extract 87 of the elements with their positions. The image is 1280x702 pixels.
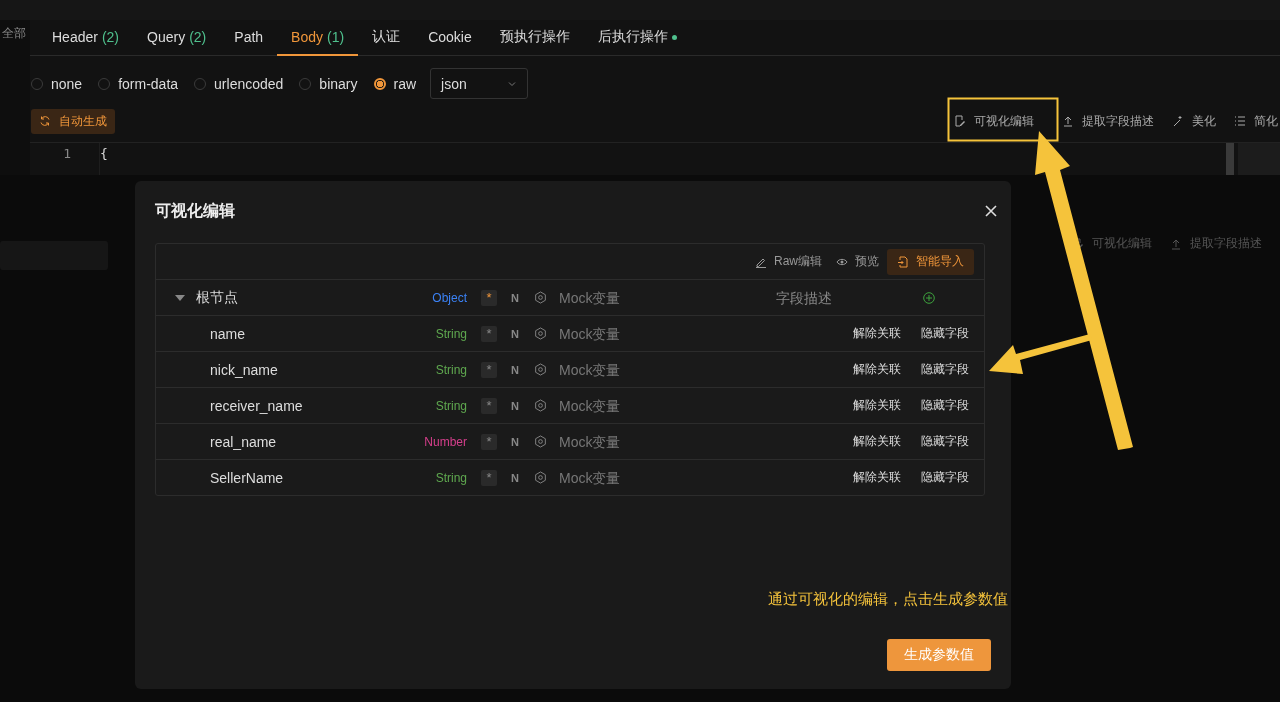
refresh-icon	[39, 115, 51, 128]
tab[interactable]: Header (2)	[38, 20, 134, 57]
hexagon-icon[interactable]	[534, 291, 547, 304]
row-action-link[interactable]: 隐藏字段	[921, 433, 969, 450]
document-pencil-icon	[954, 115, 966, 128]
editor-tool: 提取字段描述	[1170, 235, 1262, 252]
close-icon[interactable]	[984, 204, 998, 218]
table-tool-button[interactable]: 预览	[836, 253, 879, 270]
mock-input-field[interactable]: Mock变量	[559, 289, 759, 306]
add-circle-icon[interactable]	[923, 291, 935, 304]
tab[interactable]: Cookie	[414, 20, 486, 57]
format-dropdown[interactable]: json	[430, 68, 529, 100]
nullable-toggle[interactable]: N	[509, 327, 521, 340]
row-action-link[interactable]: 隐藏字段	[921, 469, 969, 486]
mock-input-field[interactable]: Mock变量	[559, 325, 759, 342]
mock-input-field[interactable]: Mock变量	[559, 397, 759, 414]
row-action-link[interactable]: 解除关联	[853, 325, 901, 342]
field-type[interactable]: Object	[406, 290, 467, 305]
nullable-toggle[interactable]: N	[509, 435, 521, 448]
tab[interactable]: Path	[220, 20, 278, 57]
required-toggle[interactable]: *	[481, 361, 497, 378]
nullable-toggle[interactable]: N	[509, 471, 521, 484]
filter-label[interactable]: 全部	[0, 26, 26, 40]
field-name: nick_name	[209, 361, 279, 378]
scrollbar[interactable]	[1226, 142, 1234, 175]
required-toggle[interactable]: *	[481, 433, 497, 450]
radio-label[interactable]: binary	[319, 75, 358, 92]
table-tool-button[interactable]: 智能导入	[887, 248, 974, 275]
upload-icon	[1170, 237, 1182, 250]
document-import-icon	[897, 255, 909, 268]
tab[interactable]: 后执行操作	[583, 20, 691, 57]
hexagon-icon[interactable]	[534, 471, 547, 484]
required-toggle[interactable]: *	[481, 397, 497, 414]
editor-tool[interactable]: 可视化编辑	[936, 112, 1044, 130]
tab[interactable]: 预执行操作	[485, 20, 584, 57]
code-line: {	[100, 145, 108, 161]
row-action-link[interactable]: 解除关联	[853, 361, 901, 378]
description-input-field[interactable]: 字段描述	[776, 289, 906, 306]
row-action-link[interactable]: 隐藏字段	[921, 361, 969, 378]
radio-label[interactable]: urlencoded	[214, 75, 284, 92]
required-toggle[interactable]: *	[481, 289, 497, 306]
row-action-link[interactable]: 解除关联	[853, 397, 901, 414]
dialog-title: 可视化编辑	[155, 200, 235, 221]
row-action-link[interactable]: 隐藏字段	[921, 397, 969, 414]
radio-label[interactable]: form-data	[118, 75, 179, 92]
field-type[interactable]: Number	[406, 434, 467, 449]
nullable-toggle[interactable]: N	[509, 291, 521, 304]
hexagon-icon[interactable]	[534, 399, 547, 412]
list-icon	[1234, 115, 1246, 128]
radio-label[interactable]: none	[51, 75, 83, 92]
mock-input-field[interactable]: Mock变量	[559, 361, 759, 378]
hexagon-icon[interactable]	[534, 363, 547, 376]
field-type[interactable]: String	[406, 362, 467, 377]
field-name: 根节点	[196, 288, 239, 307]
row-action-link[interactable]: 解除关联	[853, 433, 901, 450]
editor-tool[interactable]: 美化	[1172, 112, 1216, 130]
required-toggle[interactable]: *	[481, 469, 497, 486]
upload-icon	[1062, 115, 1074, 128]
required-toggle[interactable]: *	[481, 325, 497, 342]
nullable-toggle[interactable]: N	[509, 399, 521, 412]
field-name: SellerName	[209, 469, 285, 486]
editor-tool[interactable]: 提取字段描述	[1062, 112, 1154, 130]
mock-input-field[interactable]: Mock变量	[559, 433, 759, 450]
annotation-caption: 通过可视化的编辑，点击生成参数值	[768, 590, 1008, 609]
field-type[interactable]: String	[406, 398, 467, 413]
tab[interactable]: 认证	[358, 20, 415, 57]
field-name: real_name	[209, 433, 278, 450]
row-action-link[interactable]: 解除关联	[853, 469, 901, 486]
hexagon-icon[interactable]	[534, 327, 547, 340]
hexagon-icon[interactable]	[534, 435, 547, 448]
row-action-link[interactable]: 隐藏字段	[921, 325, 969, 342]
radio-label[interactable]: raw	[393, 75, 417, 92]
mock-input-field[interactable]: Mock变量	[559, 469, 759, 486]
field-type[interactable]: String	[406, 470, 467, 485]
line-number: 1	[62, 145, 71, 161]
tab[interactable]: Body (1)	[277, 20, 359, 57]
editor-tool[interactable]: 简化	[1234, 112, 1278, 130]
tab[interactable]: Query (2)	[133, 20, 221, 57]
radio-button[interactable]	[373, 77, 386, 90]
field-name: receiver_name	[209, 397, 304, 414]
auto-generate-button[interactable]: 自动生成	[31, 108, 115, 134]
caret-icon[interactable]	[175, 293, 185, 302]
wand-icon	[1172, 115, 1184, 128]
nullable-toggle[interactable]: N	[509, 363, 521, 376]
table-tool-button[interactable]: Raw编辑	[755, 253, 822, 270]
field-type[interactable]: String	[406, 326, 467, 341]
field-name: name	[209, 325, 247, 342]
